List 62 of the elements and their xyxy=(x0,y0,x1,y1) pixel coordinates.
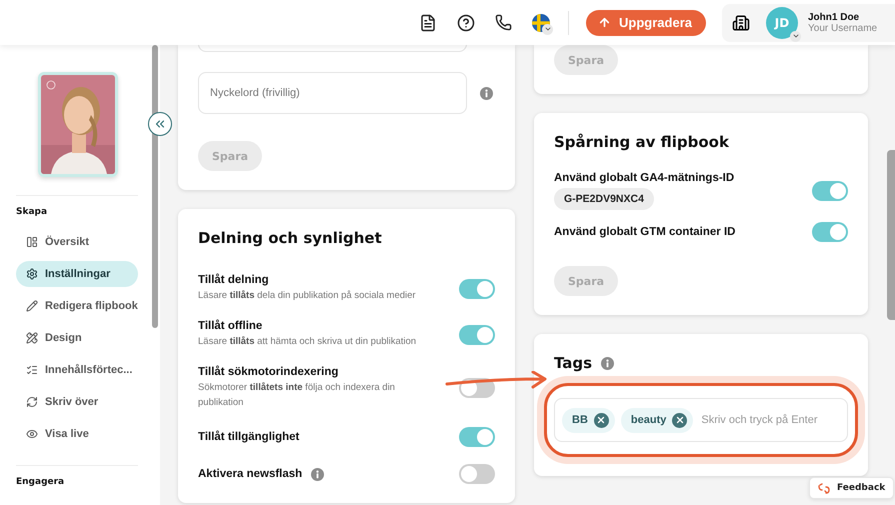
info-icon[interactable] xyxy=(311,468,324,480)
layout-icon xyxy=(26,236,38,248)
setting-label: Tillåt offline xyxy=(198,320,262,332)
sidebar-item[interactable]: Skriv över xyxy=(16,389,138,415)
sidebar-item[interactable]: Visa live xyxy=(16,421,138,447)
chevron-down-icon[interactable] xyxy=(544,25,552,33)
toggle-switch[interactable] xyxy=(459,278,495,298)
tag-chip[interactable]: beauty xyxy=(620,408,694,432)
toggle-switch[interactable] xyxy=(459,464,495,484)
refresh-icon xyxy=(26,396,38,408)
setting-label: Tillåt sökmotorindexering xyxy=(198,366,338,378)
user-name: John1 Doe xyxy=(808,12,860,22)
toggle-switch[interactable] xyxy=(459,324,495,344)
toggle-switch[interactable] xyxy=(812,222,848,242)
section-title: Engagera xyxy=(16,477,66,487)
remove-icon[interactable] xyxy=(594,412,609,428)
gear-icon xyxy=(26,268,38,280)
feedback-icon xyxy=(818,482,830,494)
eye-icon xyxy=(26,428,38,440)
user-username: Your Username xyxy=(808,22,878,34)
sidebar-item[interactable]: Redigera flipbook xyxy=(16,293,138,319)
sidebar-item[interactable]: Design xyxy=(16,325,138,351)
tag-label: BB xyxy=(572,414,588,426)
remove-icon[interactable] xyxy=(672,412,688,428)
phone-icon[interactable] xyxy=(495,14,512,31)
keywords-field[interactable]: Nyckelord (frivillig) xyxy=(198,72,467,114)
sidebar-item[interactable]: Innehållsförtec... xyxy=(16,357,138,383)
setting-label: Tillåt tillgänglighet xyxy=(198,431,300,443)
info-icon[interactable] xyxy=(480,86,493,100)
language-flag[interactable] xyxy=(532,14,550,32)
setting-description: Läsare tillåts att hämta och skriva ut din publikation xyxy=(198,335,416,349)
tag-chip[interactable]: BB xyxy=(562,408,615,432)
setting-description: Sökmotorer tillåtets inte följa och indexera din publikation xyxy=(198,381,396,410)
section-title: Skapa xyxy=(16,207,48,217)
id-chip: G-PE2DV9NXC4 xyxy=(554,188,654,210)
info-icon[interactable] xyxy=(601,356,614,370)
scrollbar[interactable] xyxy=(152,45,158,328)
scrollbar[interactable] xyxy=(887,150,895,320)
collapse-button[interactable] xyxy=(148,112,172,136)
card-title: Tags xyxy=(554,354,592,372)
chevron-down-icon[interactable] xyxy=(792,32,800,40)
help-icon[interactable] xyxy=(457,14,476,32)
setting-label: Tillåt delning xyxy=(198,274,269,286)
sidebar-item[interactable]: Inställningar xyxy=(16,261,138,287)
setting-label: Använd globalt GTM container ID xyxy=(554,226,736,238)
card-title: Delning och synlighet xyxy=(198,229,383,247)
pencil-ruler-icon xyxy=(26,332,38,344)
feedback-button[interactable]: Feedback xyxy=(809,477,894,499)
setting-label: Aktivera newsflash xyxy=(198,468,302,480)
setting-description: Läsare tillåts dela din publikation på sociala medier xyxy=(198,289,416,303)
document-icon[interactable] xyxy=(419,14,438,32)
toggle-switch[interactable] xyxy=(812,181,848,201)
tags-field[interactable]: BB beauty Skriv och tryck på Enter xyxy=(554,398,848,442)
card-title: Spårning av flipbook xyxy=(554,133,730,151)
tag-label: beauty xyxy=(630,414,666,426)
sidebar-item[interactable]: Översikt xyxy=(16,229,138,255)
arrow-up-icon xyxy=(598,16,612,29)
setting-label: Använd globalt GA4-mätnings-ID xyxy=(554,172,734,184)
building-icon[interactable] xyxy=(732,14,750,32)
pencil-icon xyxy=(26,300,38,312)
toggle-switch[interactable] xyxy=(459,427,495,447)
list-icon xyxy=(26,364,38,376)
